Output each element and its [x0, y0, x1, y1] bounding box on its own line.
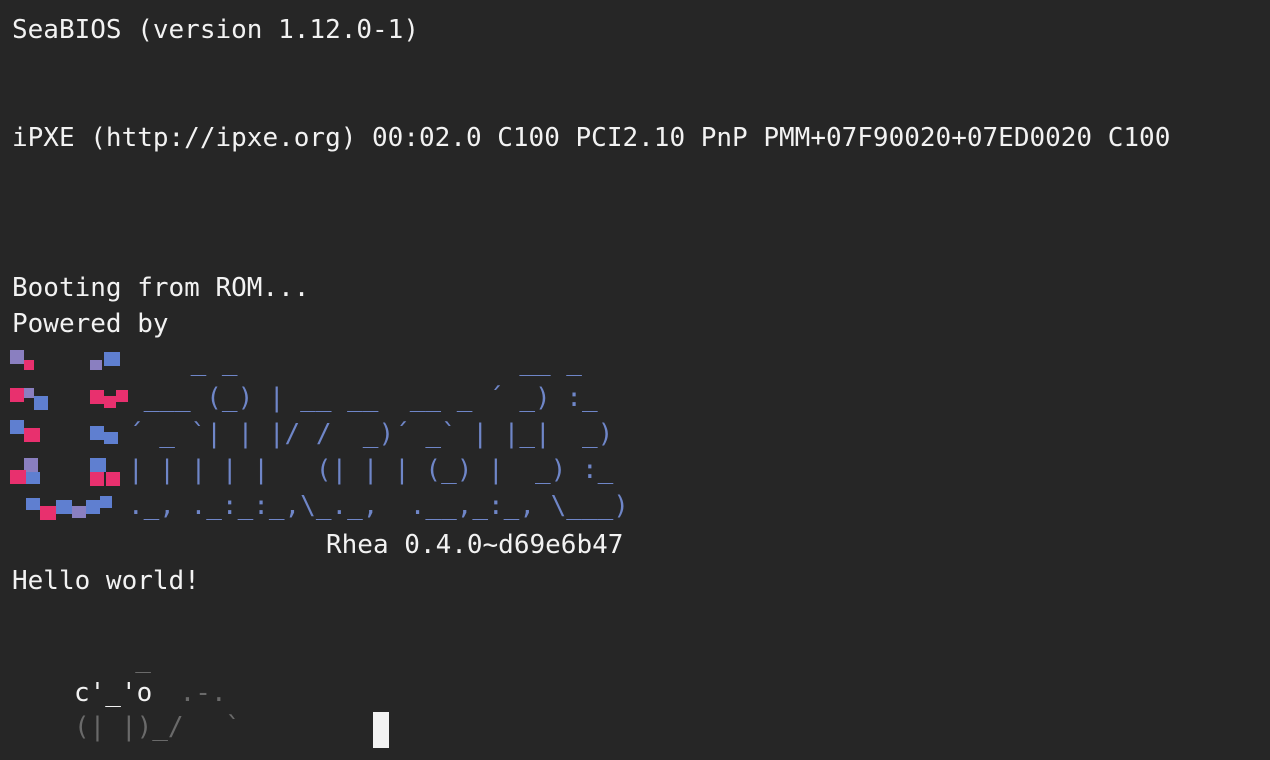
- banner-ascii-row-4: | | | | | (| | | (_) | _) :_: [128, 455, 614, 485]
- ipxe-line: iPXE (http://ipxe.org) 00:02.0 C100 PCI2…: [12, 123, 1171, 153]
- hello-world-line: Hello world!: [12, 566, 200, 596]
- booting-line: Booting from ROM...: [12, 273, 310, 303]
- monkey-art-tail-bottom: `: [194, 712, 241, 742]
- monkey-art-tail-top: .-.: [164, 678, 227, 708]
- text-cursor: [373, 712, 389, 748]
- banner-ascii-row-3: ´ _ `| | |/ / _)´ _` | |_| _): [128, 419, 614, 449]
- banner-ascii-row-1: _ _ __ _: [128, 347, 582, 377]
- terminal-screen: SeaBIOS (version 1.12.0-1) iPXE (http://…: [0, 0, 1270, 760]
- monkey-art-body: (| |)_/: [74, 712, 184, 742]
- monkey-art-face: c'_'o: [74, 678, 153, 708]
- version-line: Rhea 0.4.0~d69e6b47: [326, 530, 624, 560]
- seabios-line: SeaBIOS (version 1.12.0-1): [12, 15, 419, 45]
- powered-by-line: Powered by: [12, 309, 169, 339]
- banner-ascii-row-2: ___ (_) | __ __ __ _ ´ _) :_: [128, 383, 598, 413]
- banner-ascii-row-5: ._, ._:_:_,\_._, .__,_:_, \___): [128, 491, 629, 521]
- monkey-art-top: _: [104, 644, 151, 674]
- unikraft-logo-icon: [10, 350, 130, 530]
